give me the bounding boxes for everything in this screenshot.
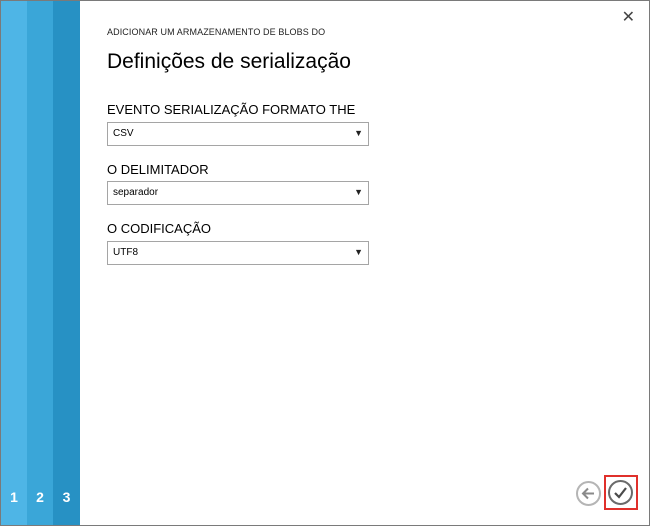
step-strip-2[interactable]: 2: [27, 1, 53, 525]
dropdown-arrow-icon: ▼: [354, 128, 363, 138]
encoding-label: O CODIFICAÇÃO: [107, 221, 212, 236]
encoding-value: UTF8: [113, 247, 138, 258]
checkmark-icon: [614, 487, 627, 499]
serialization-format-value: CSV: [113, 128, 134, 139]
serialization-format-select[interactable]: CSV ▼: [107, 122, 369, 146]
delimiter-value: separador: [113, 187, 159, 198]
step-strip-1[interactable]: 1: [1, 1, 27, 525]
dropdown-arrow-icon: ▼: [354, 187, 363, 197]
delimiter-label: O DELIMITADOR: [107, 162, 209, 177]
page-title: Definições de serialização: [107, 50, 351, 73]
delimiter-select[interactable]: separador ▼: [107, 181, 369, 205]
confirm-button[interactable]: [608, 480, 633, 505]
serialization-format-label: EVENTO SERIALIZAÇÃO FORMATO THE: [107, 102, 356, 117]
wizard-dialog: 1 2 3 ✕ ADICIONAR UM ARMAZENAMENTO DE BL…: [0, 0, 650, 526]
wizard-subtitle: ADICIONAR UM ARMAZENAMENTO DE BLOBS DO: [107, 27, 326, 37]
close-icon[interactable]: ✕: [622, 10, 635, 26]
arrow-left-icon: [581, 487, 594, 500]
back-button[interactable]: [576, 481, 601, 506]
dropdown-arrow-icon: ▼: [354, 247, 363, 257]
step-number-3: 3: [62, 489, 71, 505]
step-number-2: 2: [36, 489, 44, 505]
step-strip-3[interactable]: 3: [53, 1, 80, 525]
step-number-1: 1: [10, 489, 18, 505]
encoding-select[interactable]: UTF8 ▼: [107, 241, 369, 265]
